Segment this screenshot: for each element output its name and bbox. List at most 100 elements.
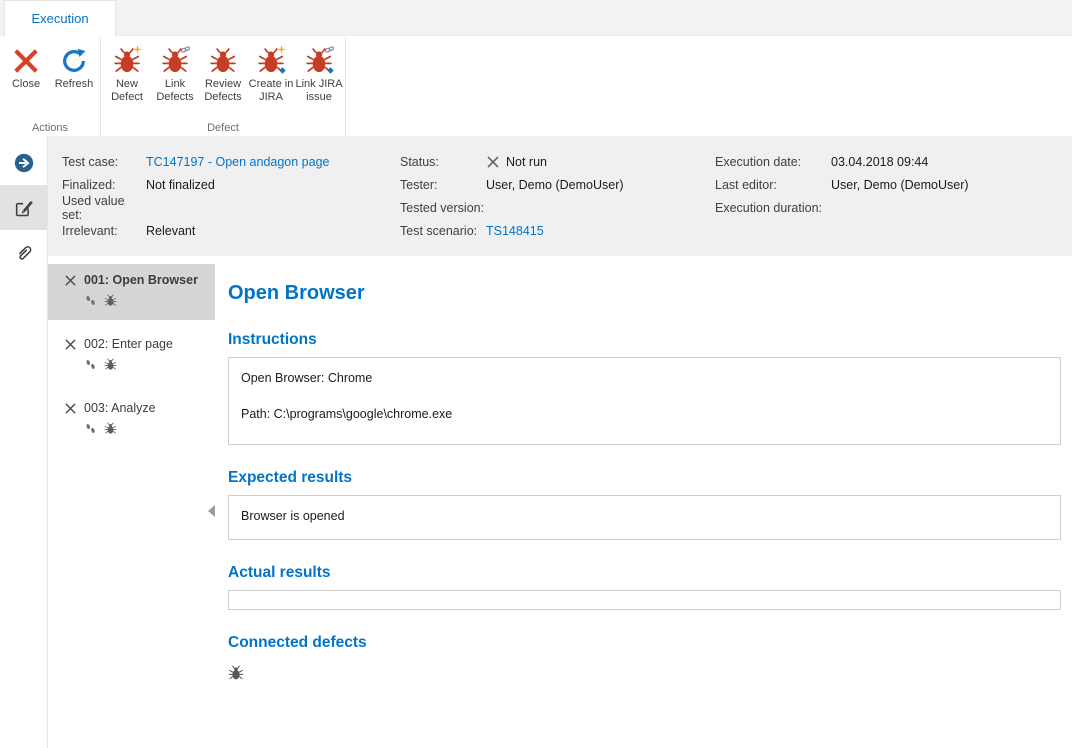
execution-duration-label: Execution duration:: [715, 201, 831, 215]
ribbon-group-defect-label: Defect: [101, 122, 345, 134]
execution-window: Execution Close Refresh Actions: [0, 0, 1072, 748]
bug-new-icon: [113, 47, 141, 75]
edit-execution-button[interactable]: [0, 185, 47, 230]
refresh-button-label: Refresh: [55, 78, 94, 91]
not-run-x-icon: [486, 155, 500, 169]
paperclip-icon: [13, 242, 35, 264]
used-value-set-label: Used value set:: [62, 194, 146, 222]
tab-bar: Execution: [0, 0, 1072, 36]
step-detail-panel: Open Browser Instructions Open Browser: …: [215, 256, 1072, 748]
step-list: 001: Open Browser 002: Enter page 003: A…: [48, 256, 215, 748]
link-defects-button[interactable]: Link Defects: [151, 41, 199, 104]
step-not-run-icon: [64, 338, 77, 351]
create-in-jira-button[interactable]: Create in JIRA: [247, 41, 295, 104]
link-defects-label: Link Defects: [151, 78, 199, 104]
execution-date-label: Execution date:: [715, 155, 831, 169]
close-icon: [12, 47, 40, 75]
link-badge-icon: [324, 44, 335, 55]
ribbon-group-defect: New Defect Link Defects Review Defects: [101, 37, 346, 136]
irrelevant-label: Irrelevant:: [62, 224, 146, 238]
footsteps-icon: [84, 294, 97, 307]
tab-execution[interactable]: Execution: [4, 0, 116, 36]
info-column-3: Execution date: 03.04.2018 09:44 Last ed…: [715, 150, 969, 219]
bug-new-jira-icon: [257, 47, 285, 75]
last-editor-label: Last editor:: [715, 178, 831, 192]
refresh-button[interactable]: Refresh: [50, 41, 98, 91]
info-row-tester: Tester: User, Demo (DemoUser): [400, 173, 624, 196]
test-case-label: Test case:: [62, 155, 146, 169]
link-jira-issue-button[interactable]: Link JIRA issue: [295, 41, 343, 104]
new-defect-button[interactable]: New Defect: [103, 41, 151, 104]
close-button-label: Close: [12, 78, 40, 91]
finalized-value: Not finalized: [146, 178, 215, 192]
info-row-execution-duration: Execution duration:: [715, 196, 969, 219]
attachments-button[interactable]: [0, 230, 47, 275]
bug-link-icon: [161, 47, 189, 75]
tester-value: User, Demo (DemoUser): [486, 178, 624, 192]
info-column-2: Status: Not run Tester: User, Demo (Demo…: [400, 150, 624, 242]
ribbon-group-actions-label: Actions: [0, 122, 100, 134]
create-in-jira-label: Create in JIRA: [247, 78, 295, 104]
close-button[interactable]: Close: [2, 41, 50, 91]
expected-results-text: Browser is opened: [241, 509, 1048, 523]
irrelevant-value: Relevant: [146, 224, 195, 238]
step-not-run-icon: [64, 402, 77, 415]
step-label: 003: Analyze: [84, 401, 156, 415]
step-title: Open Browser: [228, 282, 1061, 305]
info-row-test-case: Test case: TC147197 - Open andagon page: [62, 150, 329, 173]
instruction-line: Path: C:\programs\google\chrome.exe: [241, 407, 1048, 421]
info-row-status: Status: Not run: [400, 150, 624, 173]
jira-diamond-badge-icon: [325, 65, 336, 76]
review-defects-label: Review Defects: [199, 78, 247, 104]
execution-info-panel: Test case: TC147197 - Open andagon page …: [48, 136, 1072, 256]
jira-diamond-badge-icon: [277, 65, 288, 76]
step-item-003[interactable]: 003: Analyze: [48, 392, 215, 448]
circle-right-arrow-icon: [13, 152, 35, 174]
info-row-irrelevant: Irrelevant: Relevant: [62, 219, 329, 242]
actual-results-heading: Actual results: [228, 564, 1061, 582]
navigate-button[interactable]: [0, 140, 47, 185]
test-scenario-label: Test scenario:: [400, 224, 486, 238]
footsteps-icon: [84, 422, 97, 435]
new-star-badge-icon: [276, 44, 287, 55]
step-defect-icon: [104, 422, 117, 435]
collapse-panel-arrow-icon[interactable]: [208, 505, 215, 517]
tested-version-label: Tested version:: [400, 201, 486, 215]
instructions-box: Open Browser: Chrome Path: C:\programs\g…: [228, 357, 1061, 445]
info-row-tested-version: Tested version:: [400, 196, 624, 219]
step-label: 001: Open Browser: [84, 273, 198, 287]
bug-link-jira-icon: [305, 47, 333, 75]
step-item-001[interactable]: 001: Open Browser: [48, 264, 215, 320]
info-row-used-value-set: Used value set:: [62, 196, 329, 219]
status-value: Not run: [506, 155, 547, 169]
ribbon: Close Refresh Actions New Defect: [0, 37, 1072, 136]
link-jira-issue-label: Link JIRA issue: [295, 78, 343, 104]
test-case-link[interactable]: TC147197 - Open andagon page: [146, 155, 329, 169]
last-editor-value: User, Demo (DemoUser): [831, 178, 969, 192]
edit-pencil-icon: [13, 197, 35, 219]
finalized-label: Finalized:: [62, 178, 146, 192]
info-row-test-scenario: Test scenario: TS148415: [400, 219, 624, 242]
test-scenario-link[interactable]: TS148415: [486, 224, 544, 238]
step-label: 002: Enter page: [84, 337, 173, 351]
status-label: Status:: [400, 155, 486, 169]
tester-label: Tester:: [400, 178, 486, 192]
instructions-heading: Instructions: [228, 331, 1061, 349]
new-defect-label: New Defect: [103, 78, 151, 104]
info-row-last-editor: Last editor: User, Demo (DemoUser): [715, 173, 969, 196]
step-item-002[interactable]: 002: Enter page: [48, 328, 215, 384]
actual-results-input[interactable]: [228, 590, 1061, 610]
refresh-icon: [60, 47, 88, 75]
connected-defects-heading: Connected defects: [228, 634, 1061, 652]
instruction-line: Open Browser: Chrome: [241, 371, 1048, 385]
step-defect-icon: [104, 358, 117, 371]
connected-defect-icon: [228, 665, 244, 681]
step-defect-icon: [104, 294, 117, 307]
footsteps-icon: [84, 358, 97, 371]
expected-results-box: Browser is opened: [228, 495, 1061, 540]
bug-icon: [209, 47, 237, 75]
execution-date-value: 03.04.2018 09:44: [831, 155, 928, 169]
info-column-1: Test case: TC147197 - Open andagon page …: [62, 150, 329, 242]
info-row-execution-date: Execution date: 03.04.2018 09:44: [715, 150, 969, 173]
review-defects-button[interactable]: Review Defects: [199, 41, 247, 104]
